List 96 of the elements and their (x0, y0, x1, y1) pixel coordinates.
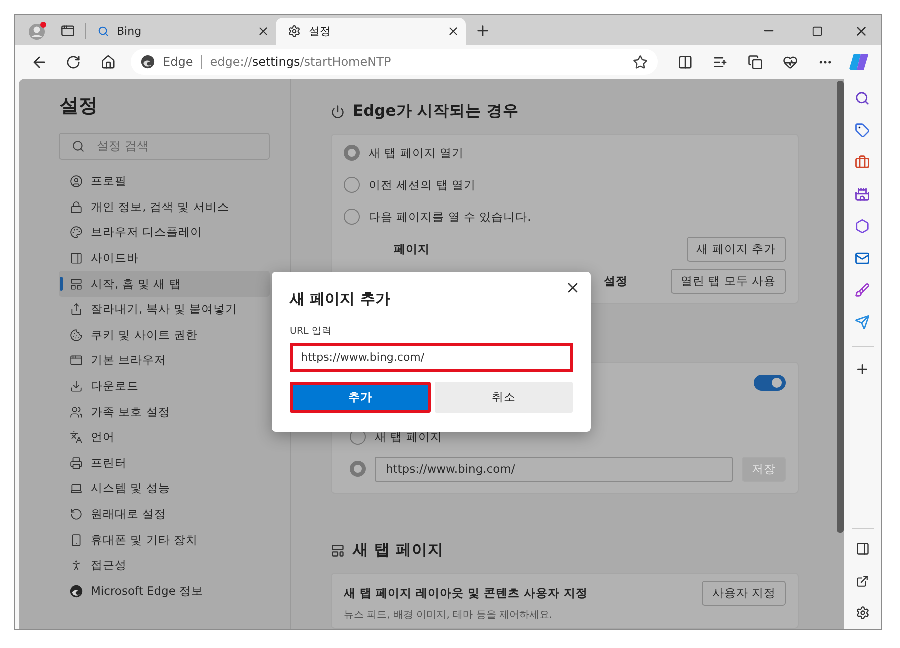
laptop-icon (70, 482, 83, 496)
section-title: Edge가 시작되는 경우 (353, 101, 520, 122)
radio-label: 다음 페이지를 열 수 있습니다. (369, 210, 532, 224)
window-icon (331, 544, 345, 558)
add-icon[interactable] (855, 362, 870, 376)
people-icon (70, 406, 83, 419)
browser-tab[interactable]: Bing (86, 18, 276, 45)
settings-icon[interactable] (856, 606, 870, 620)
url-text: edge://settings/startHomeNTP (210, 55, 392, 69)
row-label: 설정 (604, 274, 628, 288)
search-icon (98, 26, 109, 37)
radio-button[interactable] (344, 177, 360, 193)
dialog-title: 새 페이지 추가 (290, 290, 392, 309)
person-icon (70, 559, 83, 572)
field-label: URL 입력 (290, 325, 333, 338)
address-bar[interactable]: Edge edge://settings/startHomeNTP (131, 49, 658, 75)
nav-item[interactable]: 언어 (59, 424, 270, 451)
tab-actions-icon[interactable] (61, 24, 75, 38)
edge-logo-icon (141, 55, 155, 69)
radio-button[interactable] (344, 145, 360, 161)
paper-plane-icon[interactable] (855, 314, 870, 330)
nav-item[interactable]: 개인 정보, 검색 및 서비스 (59, 194, 270, 220)
nav-item[interactable]: 기본 브라우저 (59, 348, 270, 374)
edge-logo-icon (70, 584, 83, 598)
use-open-tabs-button[interactable]: 열린 탭 모두 사용 (671, 268, 786, 294)
tag-icon[interactable] (855, 122, 870, 138)
favorite-star-icon[interactable] (633, 54, 648, 70)
nav-item[interactable]: 사이드바 (59, 246, 270, 272)
reset-icon (70, 508, 83, 522)
share-icon (70, 303, 83, 316)
search-icon[interactable] (855, 90, 870, 106)
avatar-icon[interactable] (28, 21, 48, 41)
close-icon[interactable] (257, 25, 270, 38)
nav-item[interactable]: Microsoft Edge 정보 (59, 578, 270, 604)
profile-icon (70, 175, 83, 188)
copilot-icon[interactable] (849, 53, 869, 71)
url-field[interactable]: https://www.bing.com/ (375, 456, 733, 482)
favorites-icon[interactable] (713, 54, 728, 70)
refresh-icon[interactable] (66, 54, 80, 70)
browser-tab[interactable]: 설정 (276, 18, 466, 45)
palette-icon (70, 226, 83, 240)
search-icon (72, 140, 85, 153)
nav-item[interactable]: 쿠키 및 사이트 권한 (59, 322, 270, 348)
nav-item[interactable]: 시스템 및 성능 (59, 476, 270, 502)
language-icon (70, 431, 83, 444)
browser-window-icon (70, 354, 83, 368)
radio-label: 새 탭 페이지 (375, 430, 442, 444)
cancel-button[interactable]: 취소 (435, 382, 573, 413)
setting-title: 새 탭 페이지 레이아웃 및 콘텐츠 사용자 지정 (344, 586, 588, 600)
window-icon (70, 278, 83, 291)
hexagon-icon[interactable] (855, 218, 870, 234)
phone-icon (70, 534, 83, 547)
nav-item[interactable]: 시작, 홈 및 새 탭 (59, 271, 270, 297)
radio-label: 이전 세션의 탭 열기 (369, 178, 476, 192)
cookie-icon (70, 328, 83, 342)
radio-label: 새 탭 페이지 열기 (369, 146, 464, 160)
radio-button[interactable] (350, 461, 366, 477)
sidebar-icon[interactable] (856, 542, 870, 556)
power-icon (331, 104, 345, 118)
nav-item[interactable]: 프린터 (59, 450, 270, 476)
home-icon[interactable] (100, 54, 116, 70)
nav-item[interactable]: 접근성 (59, 552, 270, 578)
maximize-icon[interactable] (812, 26, 822, 36)
section-title: 새 탭 페이지 (353, 540, 444, 561)
scrollbar-thumb[interactable] (837, 81, 844, 533)
site-label: Edge (163, 55, 202, 69)
toggle-switch[interactable] (754, 375, 786, 391)
customize-button[interactable]: 사용자 지정 (702, 580, 786, 606)
lock-icon (70, 200, 83, 214)
url-input-field[interactable]: https://www.bing.com/ (290, 343, 573, 372)
radio-button[interactable] (344, 209, 360, 225)
setting-description: 뉴스 피드, 배경 이미지, 테마 등을 제어하세요. (344, 609, 554, 622)
add-page-button[interactable]: 새 페이지 추가 (686, 236, 786, 262)
toolbox-icon[interactable] (855, 154, 870, 170)
column-header: 페이지 (394, 242, 430, 256)
add-button[interactable]: 추가 (290, 382, 431, 413)
page-title: 설정 (60, 94, 99, 119)
sidebar-icon (70, 252, 83, 266)
brush-icon[interactable] (855, 282, 870, 298)
nav-item[interactable]: 잘라내기, 복사 및 붙여넣기 (59, 296, 270, 323)
nav-item[interactable]: 다운로드 (59, 374, 270, 400)
nav-item[interactable]: 프로필 (59, 169, 270, 195)
nav-item[interactable]: 원래대로 설정 (59, 502, 270, 528)
download-icon (70, 380, 83, 394)
settings-icon (288, 25, 301, 38)
mail-icon[interactable] (855, 250, 870, 266)
collections-icon[interactable] (748, 54, 763, 70)
printer-icon (70, 456, 83, 470)
nav-item[interactable]: 브라우저 디스플레이 (59, 220, 270, 246)
close-icon[interactable] (447, 25, 460, 38)
external-link-icon[interactable] (856, 574, 869, 588)
nav-item[interactable]: 휴대폰 및 기타 장치 (59, 527, 270, 553)
nav-item[interactable]: 가족 보호 설정 (59, 399, 270, 425)
heart-pulse-icon[interactable] (783, 54, 798, 70)
split-screen-icon[interactable] (678, 54, 693, 70)
new-tab-icon[interactable] (475, 23, 491, 39)
